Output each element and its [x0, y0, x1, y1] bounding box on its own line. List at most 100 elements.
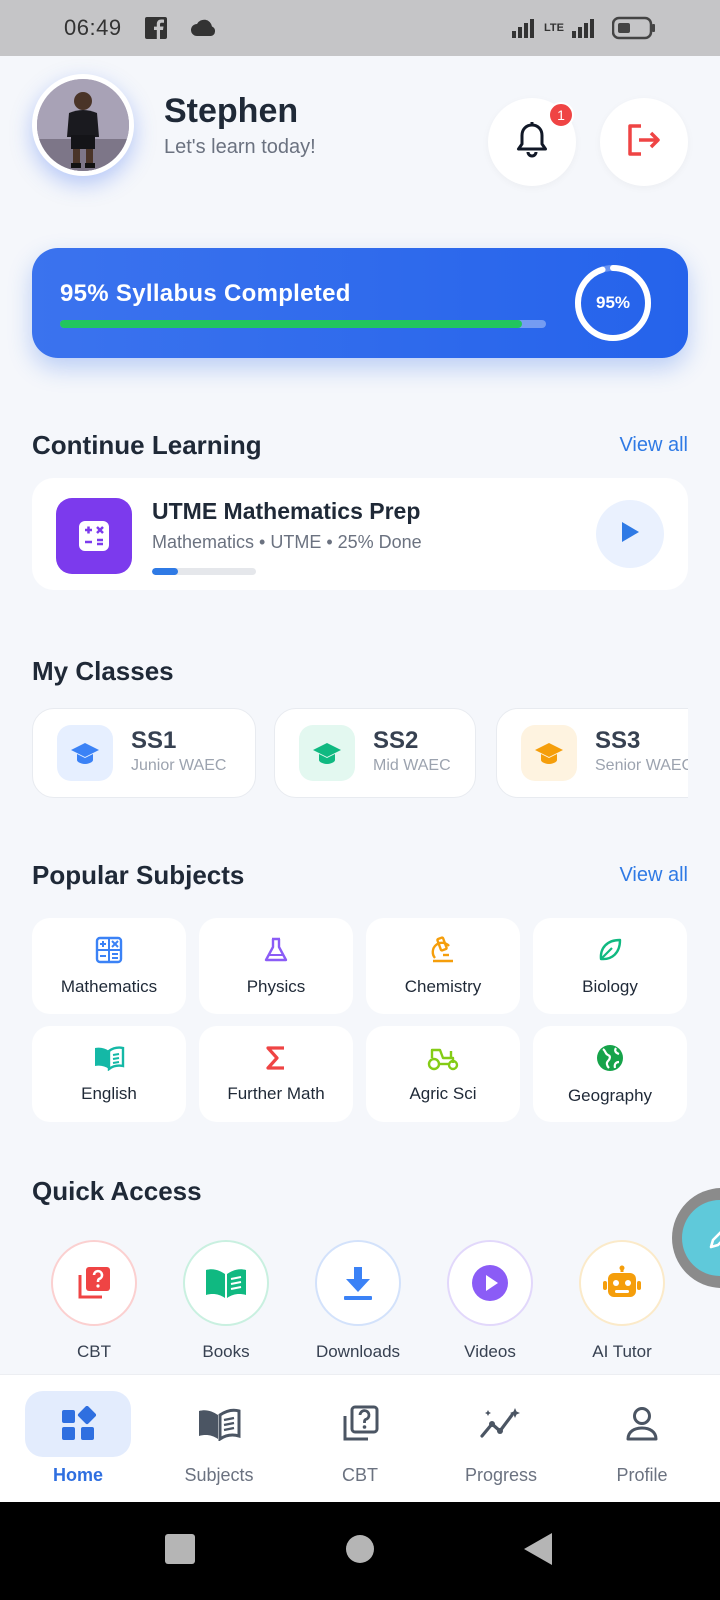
calculator-icon: [95, 936, 123, 969]
quick-access-books[interactable]: Books: [171, 1240, 281, 1362]
class-card-ss3[interactable]: SS3 Senior WAEC: [496, 708, 688, 798]
quick-access-label: AI Tutor: [592, 1342, 652, 1361]
nav-item-cbt[interactable]: CBT: [305, 1391, 415, 1491]
status-time: 06:49: [64, 15, 122, 40]
user-name: Stephen: [164, 92, 299, 130]
facebook-icon: [144, 16, 168, 40]
subject-tile-english[interactable]: English: [32, 1026, 186, 1122]
class-name: SS3: [595, 727, 641, 754]
circle-icon: [344, 1533, 376, 1570]
square-icon: [164, 1533, 196, 1570]
quick-access-label: Books: [202, 1342, 250, 1361]
profile-photo: [37, 79, 129, 171]
syllabus-progress-bar: [60, 320, 546, 328]
nav-item-home[interactable]: Home: [23, 1391, 133, 1491]
classes-carousel[interactable]: SS1 Junior WAEC SS2 Mid WAEC SS3 Senior …: [32, 708, 688, 800]
class-level: Senior WAEC: [595, 757, 688, 774]
nav-label: Home: [52, 1465, 103, 1485]
chart-line-icon: [448, 1391, 554, 1457]
class-name: SS2: [373, 727, 419, 754]
continue-learning-view-all[interactable]: View all: [619, 434, 688, 457]
quick-access-downloads[interactable]: Downloads: [303, 1240, 413, 1362]
subject-tile-geography[interactable]: Geography: [533, 1026, 687, 1122]
notification-badge: 1: [548, 102, 574, 128]
subject-tile-biology[interactable]: Biology: [533, 918, 687, 1014]
quick-access-title: Quick Access: [32, 1176, 202, 1206]
syllabus-progress-percent: 95%: [595, 293, 631, 312]
subject-label: English: [81, 1083, 137, 1103]
tractor-icon: [426, 1045, 460, 1076]
subject-label: Further Math: [227, 1083, 325, 1103]
download-icon: [315, 1240, 401, 1326]
course-title: UTME Mathematics Prep: [152, 498, 421, 524]
subject-tile-chemistry[interactable]: Chemistry: [366, 918, 520, 1014]
quick-access-ai-tutor[interactable]: AI Tutor: [567, 1240, 677, 1362]
nav-item-subjects[interactable]: Subjects: [164, 1391, 274, 1491]
calculator-icon: [56, 498, 132, 574]
nav-item-progress[interactable]: Progress: [446, 1391, 556, 1491]
continue-learning-title: Continue Learning: [32, 430, 262, 460]
quick-access-videos[interactable]: Videos: [435, 1240, 545, 1362]
course-progress-fill: [152, 568, 178, 575]
subject-label: Agric Sci: [409, 1083, 477, 1103]
home-grid-icon: [25, 1391, 131, 1457]
pencil-icon: [682, 1200, 720, 1276]
status-bar: 06:49 LTE: [0, 0, 720, 56]
course-meta: Mathematics • UTME • 25% Done: [152, 532, 422, 552]
book-open-icon: [93, 1045, 125, 1076]
subject-tile-further-math[interactable]: Further Math: [199, 1026, 353, 1122]
cloud-icon: [190, 18, 218, 38]
avatar[interactable]: [32, 74, 134, 176]
quick-access-label: CBT: [77, 1342, 111, 1361]
graduation-cap-icon: [57, 725, 113, 781]
class-level: Mid WAEC: [373, 757, 451, 774]
resume-course-button[interactable]: [596, 500, 664, 568]
home-system-button[interactable]: [338, 1502, 382, 1600]
globe-icon: [595, 1043, 625, 1078]
nav-label: CBT: [342, 1465, 378, 1485]
class-card-ss2[interactable]: SS2 Mid WAEC: [274, 708, 476, 798]
header: Stephen Let's learn today! 1: [32, 74, 688, 186]
leaf-icon: [596, 936, 624, 969]
quick-access-cbt[interactable]: CBT: [39, 1240, 149, 1362]
nav-label: Profile: [616, 1465, 668, 1485]
flask-icon: [262, 936, 290, 969]
logout-button[interactable]: [600, 98, 688, 186]
popular-subjects-title: Popular Subjects: [32, 860, 245, 890]
popular-subjects-view-all[interactable]: View all: [619, 864, 688, 887]
syllabus-progress-fill: [60, 320, 522, 328]
syllabus-progress-title: 95% Syllabus Completed: [60, 280, 351, 307]
notifications-button[interactable]: 1: [488, 98, 576, 186]
battery-icon: [612, 16, 656, 40]
book-open-icon: [183, 1240, 269, 1326]
back-button[interactable]: [516, 1502, 560, 1600]
quick-access-label: Downloads: [315, 1342, 401, 1361]
subject-label: Mathematics: [60, 976, 158, 996]
graduation-cap-icon: [299, 725, 355, 781]
bottom-navigation: Home Subjects CBT Progress Profile: [0, 1374, 720, 1502]
subject-tile-mathematics[interactable]: Mathematics: [32, 918, 186, 1014]
class-card-ss1[interactable]: SS1 Junior WAEC: [32, 708, 256, 798]
nav-label: Progress: [464, 1465, 538, 1485]
signal-icon: [512, 18, 536, 38]
quick-access-label: Videos: [464, 1342, 516, 1361]
network-type: LTE: [544, 22, 564, 34]
subject-tile-agric-sci[interactable]: Agric Sci: [366, 1026, 520, 1122]
recent-apps-button[interactable]: [158, 1502, 202, 1600]
graduation-cap-icon: [521, 725, 577, 781]
robot-icon: [579, 1240, 665, 1326]
subject-label: Geography: [567, 1085, 653, 1105]
home-screen: Stephen Let's learn today! 1 95% Syllabu…: [0, 56, 720, 1374]
subject-label: Physics: [246, 976, 306, 996]
syllabus-progress-card[interactable]: 95% Syllabus Completed 95%: [32, 248, 688, 358]
bell-icon: [514, 121, 550, 164]
subject-tile-physics[interactable]: Physics: [199, 918, 353, 1014]
my-classes-title: My Classes: [32, 656, 174, 686]
course-card[interactable]: UTME Mathematics Prep Mathematics • UTME…: [32, 478, 688, 590]
nav-label: Subjects: [184, 1465, 254, 1485]
back-triangle-icon: [522, 1532, 554, 1571]
nav-item-profile[interactable]: Profile: [587, 1391, 697, 1491]
quiz-icon: [307, 1391, 413, 1457]
course-progress-bar: [152, 568, 256, 575]
class-name: SS1: [131, 727, 177, 754]
